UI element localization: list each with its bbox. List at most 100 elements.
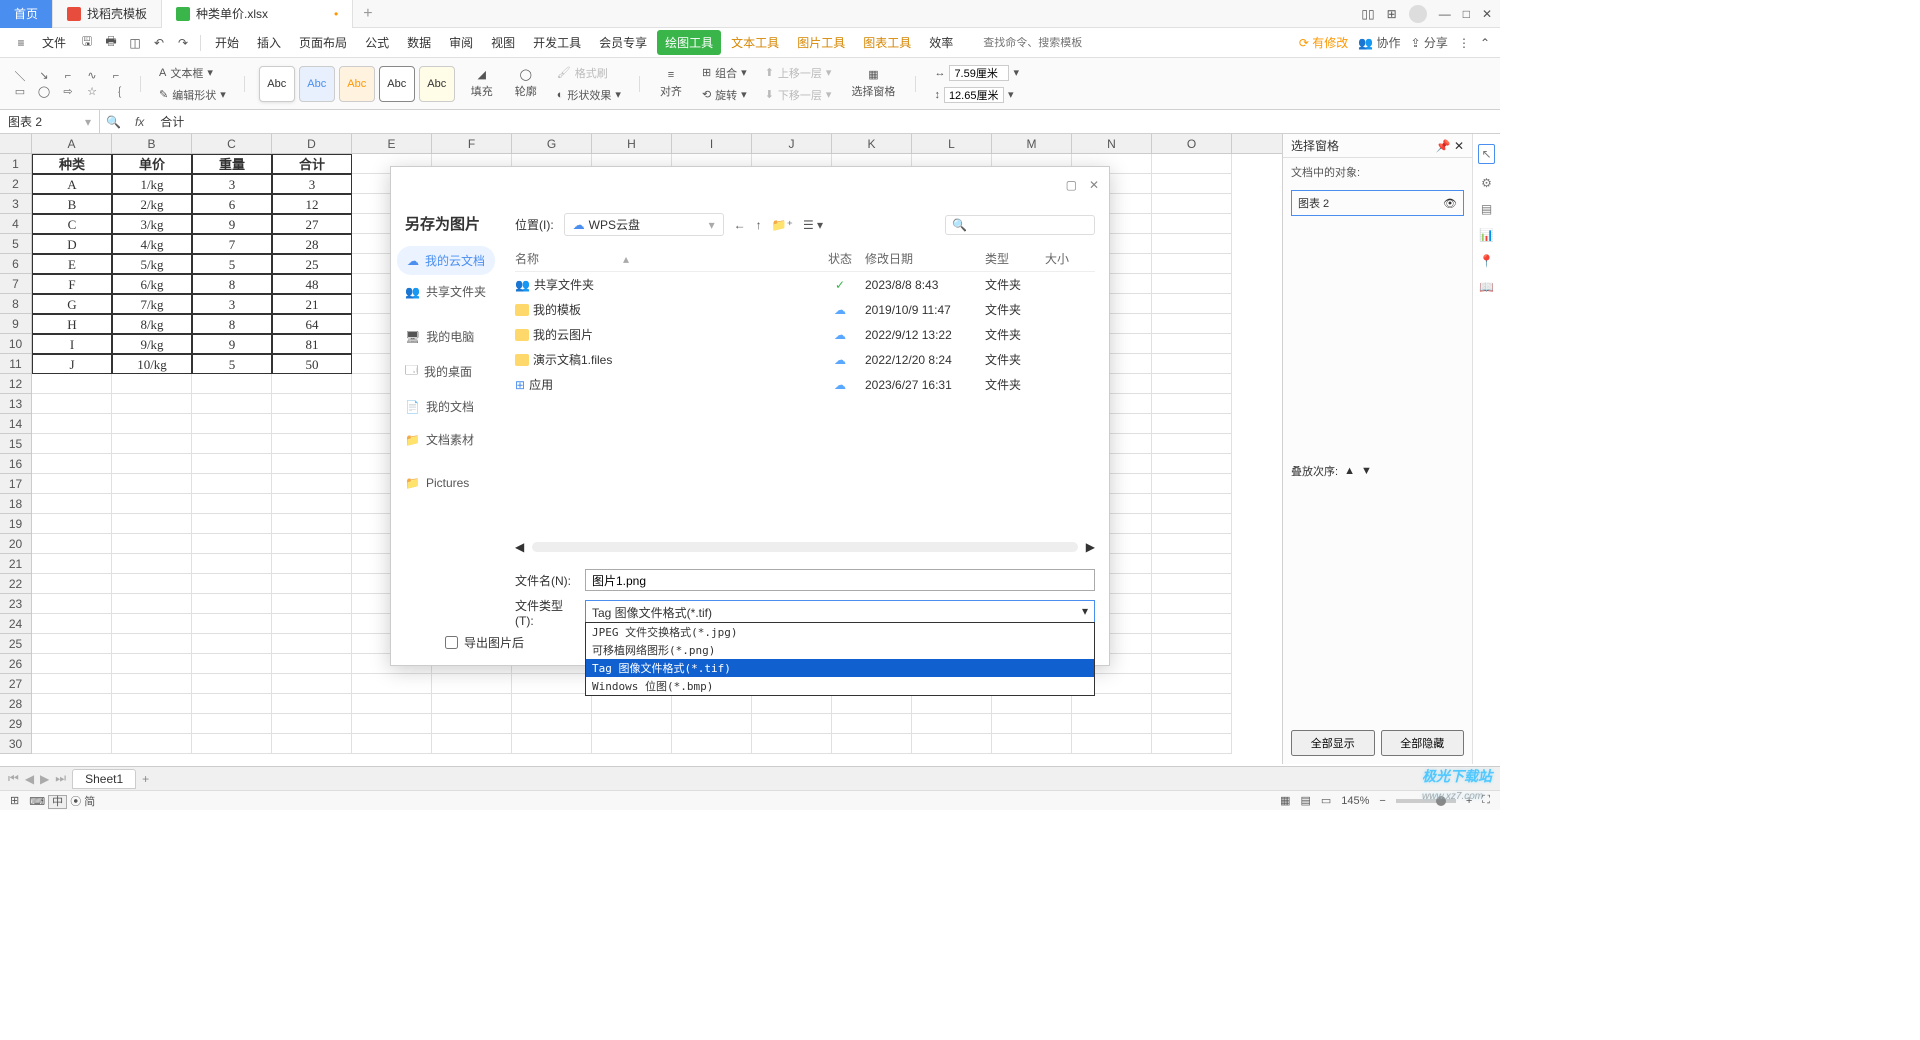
row-header[interactable]: 28	[0, 694, 32, 714]
menu-view[interactable]: 视图	[483, 30, 523, 55]
side-pictures[interactable]: 📁Pictures	[391, 468, 501, 498]
cell[interactable]: 6	[192, 194, 272, 214]
row-header[interactable]: 27	[0, 674, 32, 694]
cell[interactable]: 重量	[192, 154, 272, 174]
col-header[interactable]: C	[192, 134, 272, 153]
minimize-icon[interactable]: —	[1439, 7, 1451, 21]
cell[interactable]	[112, 614, 192, 634]
cell[interactable]	[192, 674, 272, 694]
cell[interactable]	[1152, 314, 1232, 334]
nav-back-icon[interactable]: ←	[734, 218, 746, 232]
cell[interactable]	[272, 594, 352, 614]
cell[interactable]: 10/kg	[112, 354, 192, 374]
location-icon[interactable]: 📍	[1479, 254, 1494, 268]
cell[interactable]: 4/kg	[112, 234, 192, 254]
align-btn[interactable]: ≡对齐	[654, 69, 688, 99]
cell[interactable]: 5	[192, 254, 272, 274]
cell[interactable]	[1152, 214, 1232, 234]
cell[interactable]	[1152, 414, 1232, 434]
dlg-search[interactable]: 🔍	[945, 215, 1095, 235]
cell[interactable]	[1152, 234, 1232, 254]
cell[interactable]: 8/kg	[112, 314, 192, 334]
menu-layout[interactable]: 页面布局	[291, 30, 355, 55]
eye-icon[interactable]: 👁	[1443, 197, 1457, 210]
cell[interactable]	[192, 454, 272, 474]
col-header[interactable]: L	[912, 134, 992, 153]
cell[interactable]	[1152, 494, 1232, 514]
sheet-nav-first[interactable]: ⏮	[8, 771, 19, 786]
menu-image[interactable]: 图片工具	[789, 30, 853, 55]
cell[interactable]	[1152, 434, 1232, 454]
cell[interactable]: 1/kg	[112, 174, 192, 194]
cell[interactable]	[672, 694, 752, 714]
connector-shape[interactable]: ⌐	[58, 69, 78, 83]
row-header[interactable]: 11	[0, 354, 32, 374]
cell[interactable]	[1152, 674, 1232, 694]
cell[interactable]	[512, 714, 592, 734]
cell[interactable]	[512, 734, 592, 754]
style-preset-1[interactable]: Abc	[259, 66, 295, 102]
col-header[interactable]: O	[1152, 134, 1232, 153]
cell[interactable]	[1152, 654, 1232, 674]
cell[interactable]	[112, 594, 192, 614]
cell[interactable]	[272, 494, 352, 514]
cell[interactable]	[192, 734, 272, 754]
cell[interactable]	[192, 614, 272, 634]
cell[interactable]: 12	[272, 194, 352, 214]
dialog-close-icon[interactable]: ✕	[1089, 178, 1099, 192]
menu-text[interactable]: 文本工具	[723, 30, 787, 55]
cell[interactable]	[992, 714, 1072, 734]
cell[interactable]	[192, 594, 272, 614]
cell[interactable]	[1152, 614, 1232, 634]
row-header[interactable]: 5	[0, 234, 32, 254]
cell[interactable]	[32, 594, 112, 614]
row-header[interactable]: 4	[0, 214, 32, 234]
export-after-checkbox[interactable]	[445, 636, 458, 649]
col-header[interactable]: E	[352, 134, 432, 153]
moveup-btn[interactable]: ⬆ 上移一层 ▾	[761, 63, 836, 83]
brace-shape[interactable]: ｛	[106, 85, 126, 99]
cell[interactable]	[192, 414, 272, 434]
cell[interactable]	[352, 674, 432, 694]
cell[interactable]	[192, 694, 272, 714]
row-header[interactable]: 30	[0, 734, 32, 754]
sheet-nav-last[interactable]: ⏭	[55, 771, 66, 786]
cell[interactable]	[1152, 694, 1232, 714]
cell[interactable]: 48	[272, 274, 352, 294]
magnify-icon[interactable]: 🔍	[100, 115, 127, 129]
nav-newfolder-icon[interactable]: 📁⁺	[772, 218, 793, 232]
cell[interactable]	[272, 454, 352, 474]
cell[interactable]	[912, 734, 992, 754]
cell[interactable]: 7/kg	[112, 294, 192, 314]
cell[interactable]	[32, 494, 112, 514]
cell[interactable]	[192, 374, 272, 394]
cell[interactable]: 50	[272, 354, 352, 374]
row-header[interactable]: 9	[0, 314, 32, 334]
cell[interactable]: 27	[272, 214, 352, 234]
cell[interactable]	[112, 474, 192, 494]
cell[interactable]	[32, 694, 112, 714]
col-header[interactable]: J	[752, 134, 832, 153]
cell[interactable]: 9/kg	[112, 334, 192, 354]
row-header[interactable]: 2	[0, 174, 32, 194]
col-name[interactable]: 名称 ▴	[515, 250, 815, 267]
cell[interactable]	[1152, 594, 1232, 614]
cell[interactable]	[192, 474, 272, 494]
loc-combo[interactable]: ☁WPS云盘▾	[564, 213, 724, 236]
cell[interactable]	[832, 714, 912, 734]
oval-shape[interactable]: ◯	[34, 85, 54, 99]
cell[interactable]	[752, 694, 832, 714]
sheet-tab-1[interactable]: Sheet1	[72, 769, 136, 789]
hide-all-btn[interactable]: 全部隐藏	[1381, 730, 1465, 756]
cell[interactable]: 9	[192, 334, 272, 354]
menu-review[interactable]: 审阅	[441, 30, 481, 55]
fx-content[interactable]: 合计	[152, 113, 192, 130]
avatar-icon[interactable]	[1409, 5, 1427, 23]
cell[interactable]: G	[32, 294, 112, 314]
cell[interactable]	[112, 394, 192, 414]
style-preset-2[interactable]: Abc	[299, 66, 335, 102]
cell[interactable]	[352, 694, 432, 714]
cell[interactable]	[32, 454, 112, 474]
cell[interactable]	[752, 734, 832, 754]
cell[interactable]	[1152, 454, 1232, 474]
